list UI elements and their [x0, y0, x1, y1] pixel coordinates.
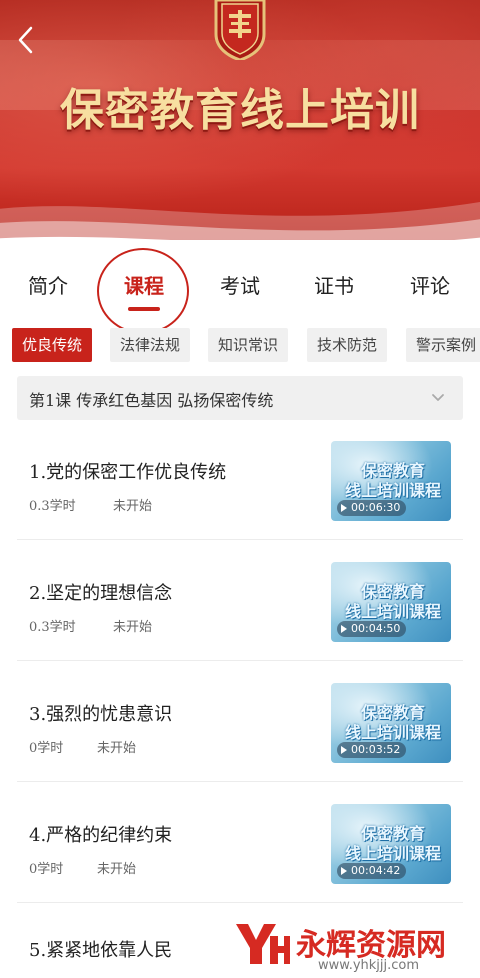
chevron-left-icon[interactable] — [14, 24, 38, 56]
duration-badge: 00:04:50 — [337, 621, 407, 637]
thumbnail-subtitle: 线上培训课程 — [345, 723, 442, 742]
thumbnail-subtitle: 线上培训课程 — [345, 602, 442, 621]
play-icon — [341, 625, 347, 633]
course-status: 未开始 — [113, 620, 153, 635]
active-tab-indicator — [128, 307, 160, 311]
course-title: 1.党的保密工作优良传统 — [29, 462, 227, 483]
course-title: 2.坚定的理想信念 — [29, 583, 173, 604]
duration-badge: 00:06:30 — [337, 500, 407, 516]
category-tab-laws[interactable]: 法律法规 — [110, 328, 191, 362]
course-thumbnail[interactable]: 保密教育 线上培训课程 00:06:30 — [331, 441, 451, 521]
category-tab-tradition[interactable]: 优良传统 — [12, 328, 93, 362]
duration-text: 00:04:50 — [351, 622, 401, 635]
course-status: 未开始 — [97, 741, 137, 756]
course-title: 4.严格的纪律约束 — [29, 825, 173, 846]
course-hours: 0.3学时 — [29, 499, 76, 514]
tab-certificate[interactable]: 证书 — [314, 270, 354, 299]
chevron-down-icon — [432, 394, 444, 401]
course-thumbnail[interactable]: 保密教育 线上培训课程 00:04:42 — [331, 804, 451, 884]
play-icon — [341, 867, 347, 875]
category-tab-cases[interactable]: 警示案例 — [406, 328, 480, 362]
tab-exam[interactable]: 考试 — [220, 270, 260, 299]
divider — [17, 902, 463, 903]
divider — [17, 781, 463, 782]
play-icon — [341, 746, 347, 754]
course-item[interactable]: 2.坚定的理想信念 0.3学时 未开始 保密教育 线上培训课程 00:04:50 — [17, 541, 463, 661]
duration-text: 00:06:30 — [351, 501, 401, 514]
watermark: 永辉资源网 www.yhkjjj.com — [232, 918, 472, 976]
banner-wave — [0, 201, 480, 240]
course-status: 未开始 — [113, 499, 153, 514]
hero-banner: 保密教育线上培训 — [0, 0, 480, 240]
course-item[interactable]: 1.党的保密工作优良传统 0.3学时 未开始 保密教育 线上培训课程 00:06… — [17, 420, 463, 540]
course-title: 5.紧紧地依靠人民 — [29, 940, 173, 961]
category-tab-knowledge[interactable]: 知识常识 — [208, 328, 289, 362]
watermark-logo-icon — [236, 924, 290, 964]
play-icon — [341, 504, 347, 512]
category-tab-tech[interactable]: 技术防范 — [307, 328, 388, 362]
tab-courses[interactable]: 课程 — [124, 270, 164, 299]
category-tab-bar: 优良传统 法律法规 知识常识 技术防范 警示案例 — [0, 326, 480, 366]
duration-badge: 00:03:52 — [337, 742, 407, 758]
thumbnail-subtitle: 线上培训课程 — [345, 844, 442, 863]
duration-text: 00:04:42 — [351, 864, 401, 877]
banner-title: 保密教育线上培训 — [60, 85, 420, 136]
tab-comments[interactable]: 评论 — [410, 270, 450, 299]
course-status: 未开始 — [97, 862, 137, 877]
lesson-title: 第1课 传承红色基因 弘扬保密传统 — [29, 391, 274, 410]
divider — [17, 539, 463, 540]
thumbnail-subtitle: 线上培训课程 — [345, 481, 442, 500]
course-thumbnail[interactable]: 保密教育 线上培训课程 00:03:52 — [331, 683, 451, 763]
watermark-url: www.yhkjjj.com — [318, 958, 420, 973]
lesson-selector[interactable]: 第1课 传承红色基因 弘扬保密传统 — [17, 376, 463, 420]
course-item[interactable]: 3.强烈的忧患意识 0学时 未开始 保密教育 线上培训课程 00:03:52 — [17, 662, 463, 782]
course-title: 3.强烈的忧患意识 — [29, 704, 173, 725]
course-hours: 0学时 — [29, 862, 64, 877]
duration-text: 00:03:52 — [351, 743, 401, 756]
emblem-icon — [214, 0, 266, 60]
course-hours: 0学时 — [29, 741, 64, 756]
tab-intro[interactable]: 简介 — [28, 270, 68, 299]
divider — [17, 660, 463, 661]
course-thumbnail[interactable]: 保密教育 线上培训课程 00:04:50 — [331, 562, 451, 642]
course-item[interactable]: 4.严格的纪律约束 0学时 未开始 保密教育 线上培训课程 00:04:42 — [17, 783, 463, 903]
main-tab-bar: 简介 课程 考试 证书 评论 — [0, 240, 480, 334]
duration-badge: 00:04:42 — [337, 863, 407, 879]
course-hours: 0.3学时 — [29, 620, 76, 635]
